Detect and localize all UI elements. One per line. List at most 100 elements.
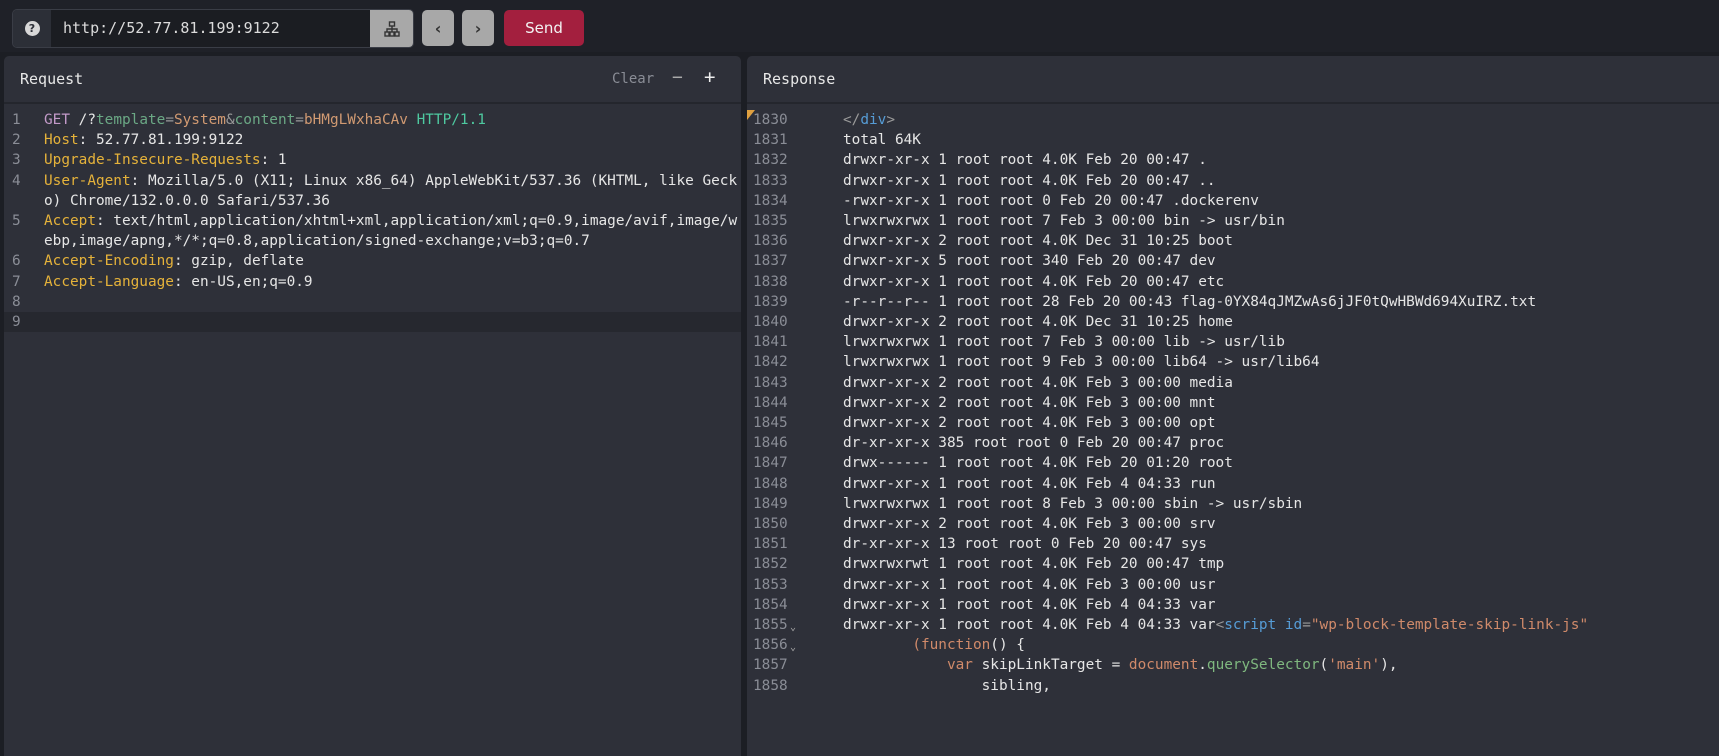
line-text: Accept-Language: en-US,en;q=0.9 (44, 272, 737, 292)
network-map-button[interactable] (370, 10, 413, 47)
help-icon: ? (24, 21, 40, 36)
code-token: : Mozilla/5.0 (X11; Linux x86_64) AppleW… (44, 172, 738, 209)
code-line: 1850 drwxr-xr-x 2 root root 4.0K Feb 3 00… (747, 514, 1719, 534)
back-button[interactable]: ‹ (422, 10, 454, 46)
code-token: drwxr-xr-x 1 root root 4.0K Feb 20 00:47… (843, 172, 1216, 189)
code-line: 1840 drwxr-xr-x 2 root root 4.0K Dec 31 1… (747, 312, 1719, 332)
code-token: script (1224, 617, 1277, 634)
code-token: drwxrwxrwt 1 root root 4.0K Feb 20 00:47… (843, 556, 1225, 573)
line-text: drwxr-xr-x 2 root root 4.0K Feb 3 00:00 … (843, 393, 1216, 413)
line-number-text: 1853 (753, 576, 788, 593)
line-number: 1852 (747, 554, 843, 574)
line-number: 1834 (747, 191, 843, 211)
line-number: 8 (4, 292, 44, 312)
line-number-text: 1839 (753, 293, 788, 310)
code-line: 5 Accept: text/html,application/xhtml+xml… (4, 211, 741, 251)
line-text: drwxrwxrwt 1 root root 4.0K Feb 20 00:47… (843, 554, 1224, 574)
line-number-text: 1840 (753, 314, 788, 331)
code-token: lrwxrwxrwx 1 root root 9 Feb 3 00:00 lib… (843, 354, 1320, 371)
line-number-text: 1831 (753, 132, 788, 149)
code-token: Accept (44, 213, 96, 230)
code-token: template (96, 112, 166, 128)
line-number: 1 (4, 110, 44, 130)
response-viewer[interactable]: 1830 </div> 1831 total 64K 1832 drwxr-xr-x 1 … (747, 104, 1719, 696)
zoom-out-button[interactable]: − (672, 67, 683, 88)
code-token: : text/html,application/xhtml+xml,applic… (44, 213, 738, 250)
line-number-text: 1854 (753, 596, 788, 613)
code-token: Host (44, 132, 79, 149)
code-line: 1 GET /?template=System&content=bHMgLWxha… (4, 110, 741, 130)
line-number: 1836 (747, 231, 843, 251)
line-number: 1854 (747, 595, 843, 615)
response-panel: Response 1830 </div> 1831 total 64K 1832 drwx… (747, 56, 1719, 756)
line-number: 1831 (747, 130, 843, 150)
code-token: : en-US,en;q=0.9 (173, 273, 313, 290)
line-number: 1837 (747, 251, 843, 271)
line-number: 1849 (747, 494, 843, 514)
line-text: </div> (843, 110, 895, 130)
line-number: 5 (4, 211, 44, 251)
line-text: drwxr-xr-x 1 root root 4.0K Feb 20 00:47… (843, 272, 1224, 292)
line-text: drwxr-xr-x 1 root root 4.0K Feb 20 00:47… (843, 150, 1207, 170)
forward-button[interactable]: › (462, 10, 494, 46)
code-line: 1842 lrwxrwxrwx 1 root root 9 Feb 3 00:00… (747, 352, 1719, 372)
line-text: lrwxrwxrwx 1 root root 7 Feb 3 00:00 bin… (843, 211, 1285, 231)
code-token: : gzip, deflate (173, 253, 304, 270)
line-number: 1847 (747, 453, 843, 473)
send-button[interactable]: Send (504, 10, 584, 46)
line-number: 1833 (747, 171, 843, 191)
code-token: content (234, 112, 296, 128)
code-token: User-Agent (44, 172, 131, 189)
url-input[interactable]: http://52.77.81.199:9122 (51, 10, 370, 47)
line-number: 1830 (747, 110, 843, 130)
sitemap-icon (383, 20, 400, 37)
code-token: sibling, (843, 677, 1051, 694)
line-text: drwxr-xr-x 1 root root 4.0K Feb 4 04:33 … (843, 615, 1588, 635)
line-number-text: 1857 (753, 657, 788, 674)
code-token: drwxr-xr-x 2 root root 4.0K Feb 3 00:00 … (843, 394, 1216, 411)
code-line: 1851 dr-xr-xr-x 13 root root 0 Feb 20 00:… (747, 534, 1719, 554)
code-line: 1843 drwxr-xr-x 2 root root 4.0K Feb 3 00… (747, 373, 1719, 393)
line-number-text: 1847 (753, 455, 788, 472)
line-number-text: 4 (12, 172, 21, 189)
code-token: document (1128, 657, 1199, 674)
code-line: 1844 drwxr-xr-x 2 root root 4.0K Feb 3 00… (747, 393, 1719, 413)
code-token: drwxr-xr-x 2 root root 4.0K Feb 3 00:00 … (843, 374, 1233, 391)
code-line: 2 Host: 52.77.81.199:9122 (4, 130, 741, 150)
response-header: Response (747, 56, 1719, 104)
code-token: drwxr-xr-x 1 root root 4.0K Feb 4 04:33 … (843, 596, 1216, 613)
line-number-text: 1 (12, 112, 21, 128)
code-token: System (173, 112, 226, 128)
code-line: 1857 var skipLinkTarget = document.query… (747, 655, 1719, 675)
line-number-text: 1851 (753, 536, 788, 553)
code-line: 1855 ⌄ drwxr-xr-x 1 root root 4.0K Feb 4 0… (747, 615, 1719, 635)
line-number-text: 1833 (753, 172, 788, 189)
code-line: 3 Upgrade-Insecure-Requests: 1 (4, 150, 741, 170)
line-number: 1853 (747, 575, 843, 595)
request-title: Request (20, 70, 84, 88)
line-number-text: 1832 (753, 152, 788, 169)
line-number-text: 1836 (753, 233, 788, 250)
code-token: drwxr-xr-x 1 root root 4.0K Feb 20 00:47… (843, 152, 1207, 169)
line-text: (function() { (843, 635, 1025, 655)
request-editor[interactable]: 1 GET /?template=System&content=bHMgLWxha… (4, 104, 741, 333)
line-number: 1846 (747, 433, 843, 453)
line-number-text: 1850 (753, 516, 788, 533)
response-title: Response (763, 70, 836, 88)
request-header: Request Clear − + (4, 56, 741, 104)
chevron-right-icon: › (474, 18, 482, 38)
help-button[interactable]: ? (13, 10, 51, 47)
code-line: 1838 drwxr-xr-x 1 root root 4.0K Feb 20 0… (747, 272, 1719, 292)
code-line: 1846 dr-xr-xr-x 385 root root 0 Feb 20 00… (747, 433, 1719, 453)
line-text: drwxr-xr-x 1 root root 4.0K Feb 3 00:00 … (843, 575, 1216, 595)
zoom-in-button[interactable]: + (704, 66, 715, 88)
code-token: HTTP/1.1 (416, 112, 486, 128)
line-number: 1855 ⌄ (747, 615, 843, 635)
code-token: . (1198, 657, 1207, 674)
line-text: drwxr-xr-x 1 root root 4.0K Feb 4 04:33 … (843, 474, 1216, 494)
clear-button[interactable]: Clear (612, 71, 654, 87)
line-number: 1856 ⌄ (747, 635, 843, 655)
